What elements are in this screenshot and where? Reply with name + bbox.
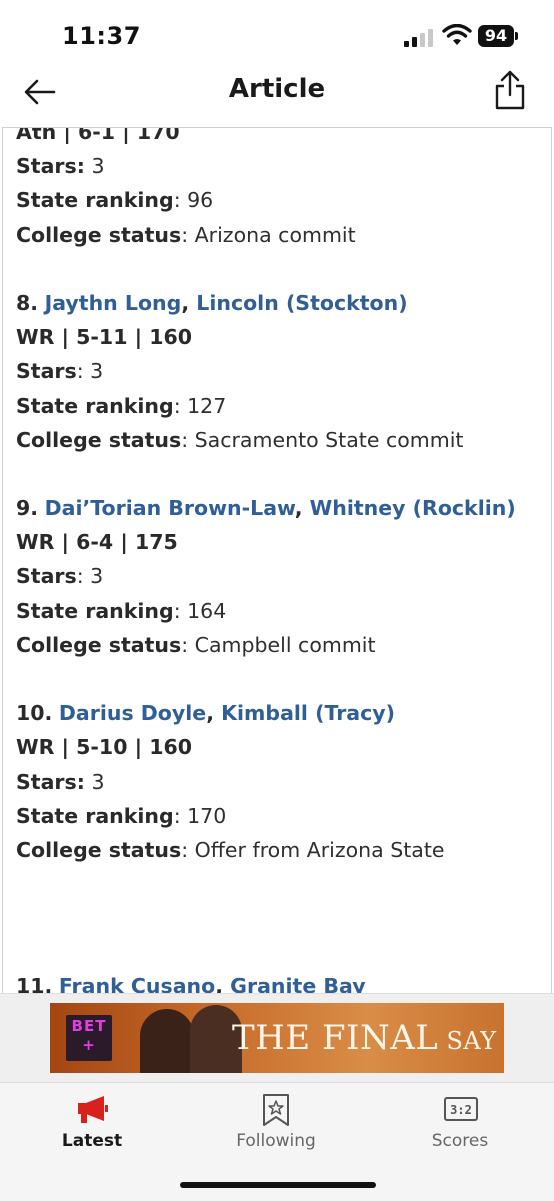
- player-name-link[interactable]: Dai’Torian Brown-Law: [45, 496, 295, 520]
- stars-value: : 3: [76, 564, 104, 589]
- stars-label: Stars:: [16, 769, 85, 794]
- school-link[interactable]: Whitney (Rocklin): [310, 496, 516, 520]
- ranking-value: : 170: [173, 803, 227, 828]
- tab-latest-label: Latest: [61, 1131, 123, 1151]
- player-rank: 8.: [16, 290, 39, 315]
- college-value: : Offer from Arizona State: [181, 837, 445, 862]
- logo-text: BET: [71, 1017, 107, 1035]
- player-rank: 11.: [16, 974, 53, 994]
- wifi-icon: [442, 24, 472, 45]
- college-label: College status: [16, 222, 182, 247]
- ad-title-small: SAY: [438, 1027, 497, 1055]
- player-heading: 11. Frank Cusano, Granite Bay: [16, 969, 536, 994]
- logo-plus: +: [82, 1036, 96, 1054]
- college-label: College status: [16, 837, 182, 862]
- ranking-label: State ranking: [16, 598, 174, 623]
- scoreboard-icon: 3:2: [444, 1097, 478, 1121]
- stars-label: Stars: [16, 564, 77, 589]
- ranking-row: State ranking: 164: [16, 594, 536, 628]
- stars-label: Stars:: [16, 154, 85, 179]
- stars-row: Stars: 3: [16, 354, 536, 388]
- player-position: WR | 6-4 | 175: [16, 530, 178, 555]
- stars-row: Stars: 3: [16, 559, 536, 593]
- stars-value: 3: [84, 769, 105, 794]
- tab-following-label: Following: [236, 1131, 316, 1151]
- college-row: College status: Offer from Arizona State: [16, 833, 536, 867]
- ranking-label: State ranking: [16, 393, 174, 418]
- ranking-value: : 96: [173, 188, 214, 213]
- player-position: WR | 5-10 | 160: [16, 735, 193, 760]
- school-link[interactable]: Granite Bay: [230, 974, 365, 994]
- status-bar: 11:37 94: [0, 0, 554, 68]
- ad-banner[interactable]: BET + THE FINAL SAY: [50, 1003, 504, 1073]
- ad-title: THE FINAL SAY: [232, 1018, 497, 1058]
- status-time: 11:37: [62, 22, 141, 50]
- article-body[interactable]: Ath | 6-1 | 170 Stars: 3 State ranking: …: [2, 127, 552, 994]
- college-row: College status: Sacramento State commit: [16, 423, 536, 457]
- player-heading: 10. Darius Doyle, Kimball (Tracy): [16, 701, 396, 726]
- svg-text:3:2: 3:2: [450, 1103, 472, 1117]
- ranking-row: State ranking: 127: [16, 389, 536, 423]
- stars-value: 3: [84, 154, 105, 179]
- battery-icon: 94: [478, 25, 514, 47]
- school-link[interactable]: Kimball (Tracy): [221, 701, 395, 725]
- ranking-value: : 164: [173, 598, 227, 623]
- ad-person-image: [140, 1009, 194, 1073]
- bookmark-star-icon: [263, 1094, 289, 1126]
- stars-label: Stars: [16, 359, 77, 384]
- ranking-value: : 127: [173, 393, 227, 418]
- player-heading: 9. Dai’Torian Brown-Law, Whitney (Rockli…: [16, 496, 516, 521]
- tab-latest[interactable]: Latest: [0, 1083, 184, 1163]
- ranking-row: State ranking: 96: [16, 183, 536, 217]
- player-name-link[interactable]: Frank Cusano: [59, 974, 215, 994]
- player-position: WR | 5-11 | 160: [16, 325, 193, 350]
- stars-value: : 3: [76, 359, 104, 384]
- college-value: : Campbell commit: [181, 632, 376, 657]
- tab-scores-label: Scores: [431, 1131, 489, 1151]
- school-link[interactable]: Lincoln (Stockton): [196, 291, 407, 315]
- tab-scores[interactable]: 3:2 Scores: [368, 1083, 552, 1163]
- ad-container: BET + THE FINAL SAY: [0, 993, 554, 1082]
- home-indicator[interactable]: [180, 1182, 376, 1188]
- bet-plus-logo: BET +: [66, 1015, 112, 1061]
- ranking-label: State ranking: [16, 803, 174, 828]
- college-value: : Arizona commit: [181, 222, 356, 247]
- cellular-signal-icon: [404, 27, 436, 47]
- college-label: College status: [16, 427, 182, 452]
- player-rank: 9.: [16, 496, 39, 521]
- share-icon[interactable]: [492, 68, 528, 114]
- college-row: College status: Arizona commit: [16, 218, 536, 252]
- player-name-link[interactable]: Darius Doyle: [59, 701, 206, 725]
- ranking-row: State ranking: 170: [16, 799, 536, 833]
- player-heading: 8. Jaythn Long, Lincoln (Stockton): [16, 290, 408, 315]
- page-title: Article: [228, 74, 326, 104]
- tab-following[interactable]: Following: [184, 1083, 368, 1163]
- ranking-label: State ranking: [16, 188, 174, 213]
- college-value: : Sacramento State commit: [181, 427, 464, 452]
- battery-nub: [515, 32, 518, 40]
- player-name-link[interactable]: Jaythn Long: [45, 291, 182, 315]
- nav-bar: Article: [0, 60, 554, 126]
- partial-line: Ath | 6-1 | 170: [16, 127, 180, 144]
- stars-row: Stars: 3: [16, 149, 536, 183]
- college-row: College status: Campbell commit: [16, 628, 536, 662]
- megaphone-icon: [78, 1096, 108, 1123]
- ad-title-main: THE FINAL: [232, 1018, 439, 1058]
- article-content: Ath | 6-1 | 170 Stars: 3 State ranking: …: [16, 127, 536, 994]
- college-label: College status: [16, 632, 182, 657]
- stars-row: Stars: 3: [16, 765, 536, 799]
- player-rank: 10.: [16, 701, 53, 726]
